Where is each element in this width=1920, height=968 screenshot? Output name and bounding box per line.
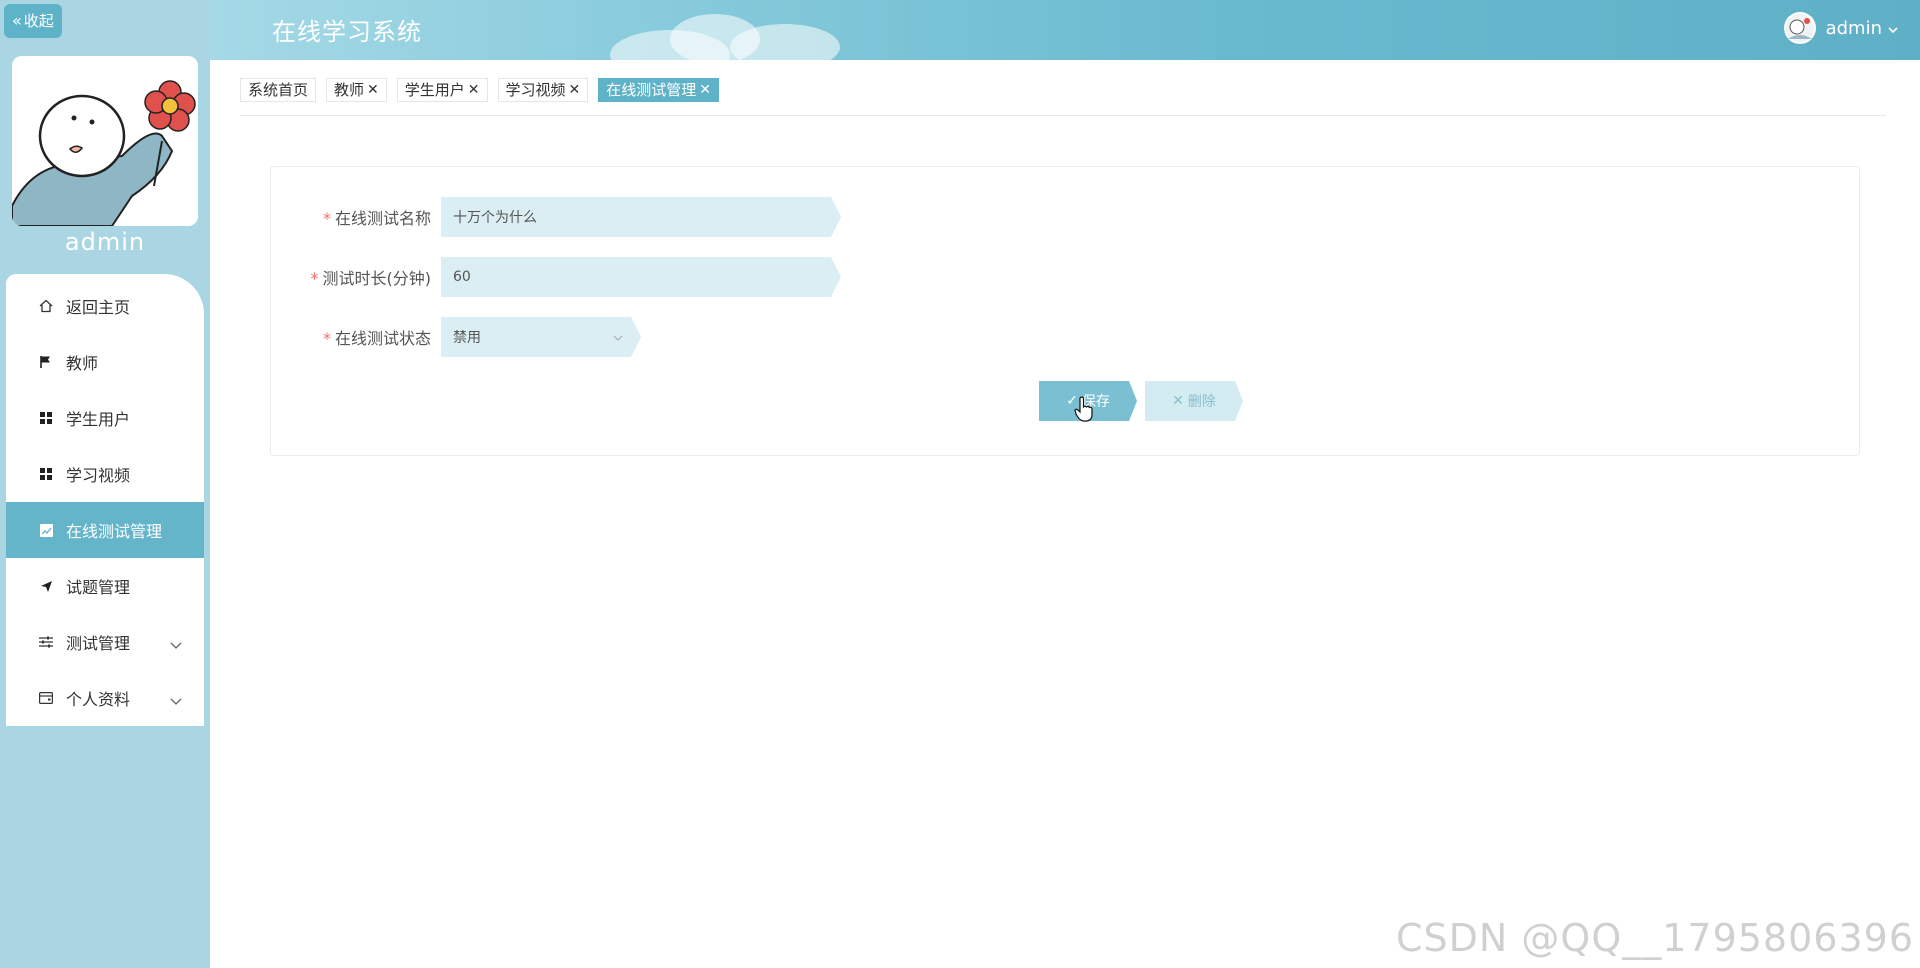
top-header: 在线学习系统 admin	[210, 0, 1920, 60]
sidebar-item-label: 个人资料	[66, 690, 131, 709]
delete-button[interactable]: ✕ 删除	[1145, 381, 1243, 421]
close-icon[interactable]: ✕	[367, 78, 379, 102]
status-select-value: 禁用	[453, 330, 481, 346]
sidebar-item-teacher[interactable]: 教师	[6, 334, 204, 390]
sidebar-item-label: 学生用户	[66, 410, 131, 429]
sidebar-item-students[interactable]: 学生用户	[6, 390, 204, 446]
cartoon-avatar-icon	[12, 56, 198, 226]
grid-icon	[38, 466, 54, 482]
tab-label: 在线测试管理	[606, 81, 697, 99]
sidebar-username: admin	[64, 228, 146, 256]
page-title: 在线学习系统	[272, 18, 422, 46]
sliders-icon	[38, 634, 54, 650]
sidebar-item-label: 返回主页	[66, 298, 131, 317]
sidebar-item-label: 测试管理	[66, 634, 131, 653]
chart-icon	[38, 522, 54, 538]
form-label: * 测试时长(分钟)	[310, 269, 432, 288]
delete-label: 删除	[1187, 394, 1216, 410]
chevron-down-icon	[170, 691, 182, 710]
form-row-duration: * 测试时长(分钟) 60	[271, 257, 841, 297]
sidebar-item-label: 教师	[66, 354, 99, 373]
status-select[interactable]: 禁用	[441, 317, 641, 357]
duration-input[interactable]: 60	[441, 257, 841, 297]
flag-icon	[38, 354, 54, 370]
required-mark: *	[322, 209, 331, 228]
avatar-icon	[1785, 14, 1814, 42]
home-icon	[38, 298, 54, 314]
tab-label: 学生用户	[404, 81, 465, 99]
double-chevron-left-icon: «	[12, 11, 22, 30]
tab-label: 系统首页	[248, 81, 309, 99]
collapse-label: 收起	[23, 12, 54, 30]
tab-label: 教师	[334, 81, 365, 99]
sidebar: «收起 admin 返回主页 教师 学生用户 学习视频 在线测试管理 试题管理 …	[0, 0, 210, 968]
sidebar-item-online-test[interactable]: 在线测试管理	[6, 502, 204, 558]
form-label: * 在线测试名称	[322, 209, 431, 228]
form-row-name: * 在线测试名称 十万个为什么	[271, 197, 841, 237]
tab-bar: 系统首页 教师 ✕ 学生用户 ✕ 学习视频 ✕ 在线测试管理 ✕	[240, 78, 1886, 116]
wallet-icon	[38, 690, 54, 706]
collapse-button[interactable]: «收起	[4, 4, 62, 38]
user-menu[interactable]: admin	[1783, 12, 1898, 44]
sidebar-item-videos[interactable]: 学习视频	[6, 446, 204, 502]
tab-teacher[interactable]: 教师 ✕	[326, 78, 387, 102]
form-card: * 在线测试名称 十万个为什么 * 测试时长(分钟) 60 * 在线测试状态 禁用 ✓…	[270, 166, 1860, 456]
sidebar-item-label: 在线测试管理	[66, 522, 163, 541]
tab-online-test[interactable]: 在线测试管理 ✕	[598, 78, 720, 102]
sidebar-item-label: 学习视频	[66, 466, 131, 485]
chevron-down-icon	[1888, 18, 1898, 39]
chevron-down-icon	[170, 635, 182, 654]
sidebar-item-home[interactable]: 返回主页	[6, 278, 204, 334]
form-row-status: * 在线测试状态 禁用	[271, 317, 641, 357]
header-username: admin	[1825, 17, 1882, 39]
cloud-decoration	[730, 24, 840, 60]
required-mark: *	[310, 269, 319, 288]
chevron-down-icon	[613, 330, 623, 346]
required-mark: *	[322, 329, 331, 348]
send-icon	[38, 578, 54, 594]
sidebar-item-label: 试题管理	[66, 578, 131, 597]
sidebar-item-profile[interactable]: 个人资料	[6, 670, 204, 726]
tab-students[interactable]: 学生用户 ✕	[396, 78, 488, 102]
form-label: * 在线测试状态	[322, 329, 431, 348]
user-avatar	[1783, 12, 1816, 44]
hand-cursor-icon	[1074, 396, 1094, 426]
sidebar-menu: 返回主页 教师 学生用户 学习视频 在线测试管理 试题管理 测试管理 个人资料	[6, 274, 204, 726]
close-icon[interactable]: ✕	[569, 78, 581, 102]
close-icon[interactable]: ✕	[699, 78, 711, 102]
tab-videos[interactable]: 学习视频 ✕	[497, 78, 589, 102]
close-icon: ✕	[1172, 393, 1184, 409]
test-name-input[interactable]: 十万个为什么	[441, 197, 841, 237]
watermark: CSDN @QQ__1795806396	[1395, 916, 1914, 960]
sidebar-item-questions[interactable]: 试题管理	[6, 558, 204, 614]
tab-home[interactable]: 系统首页	[240, 78, 317, 102]
grid-icon	[38, 410, 54, 426]
profile-avatar	[12, 56, 198, 226]
tab-label: 学习视频	[505, 81, 566, 99]
close-icon[interactable]: ✕	[468, 78, 480, 102]
sidebar-item-test-management[interactable]: 测试管理	[6, 614, 204, 670]
